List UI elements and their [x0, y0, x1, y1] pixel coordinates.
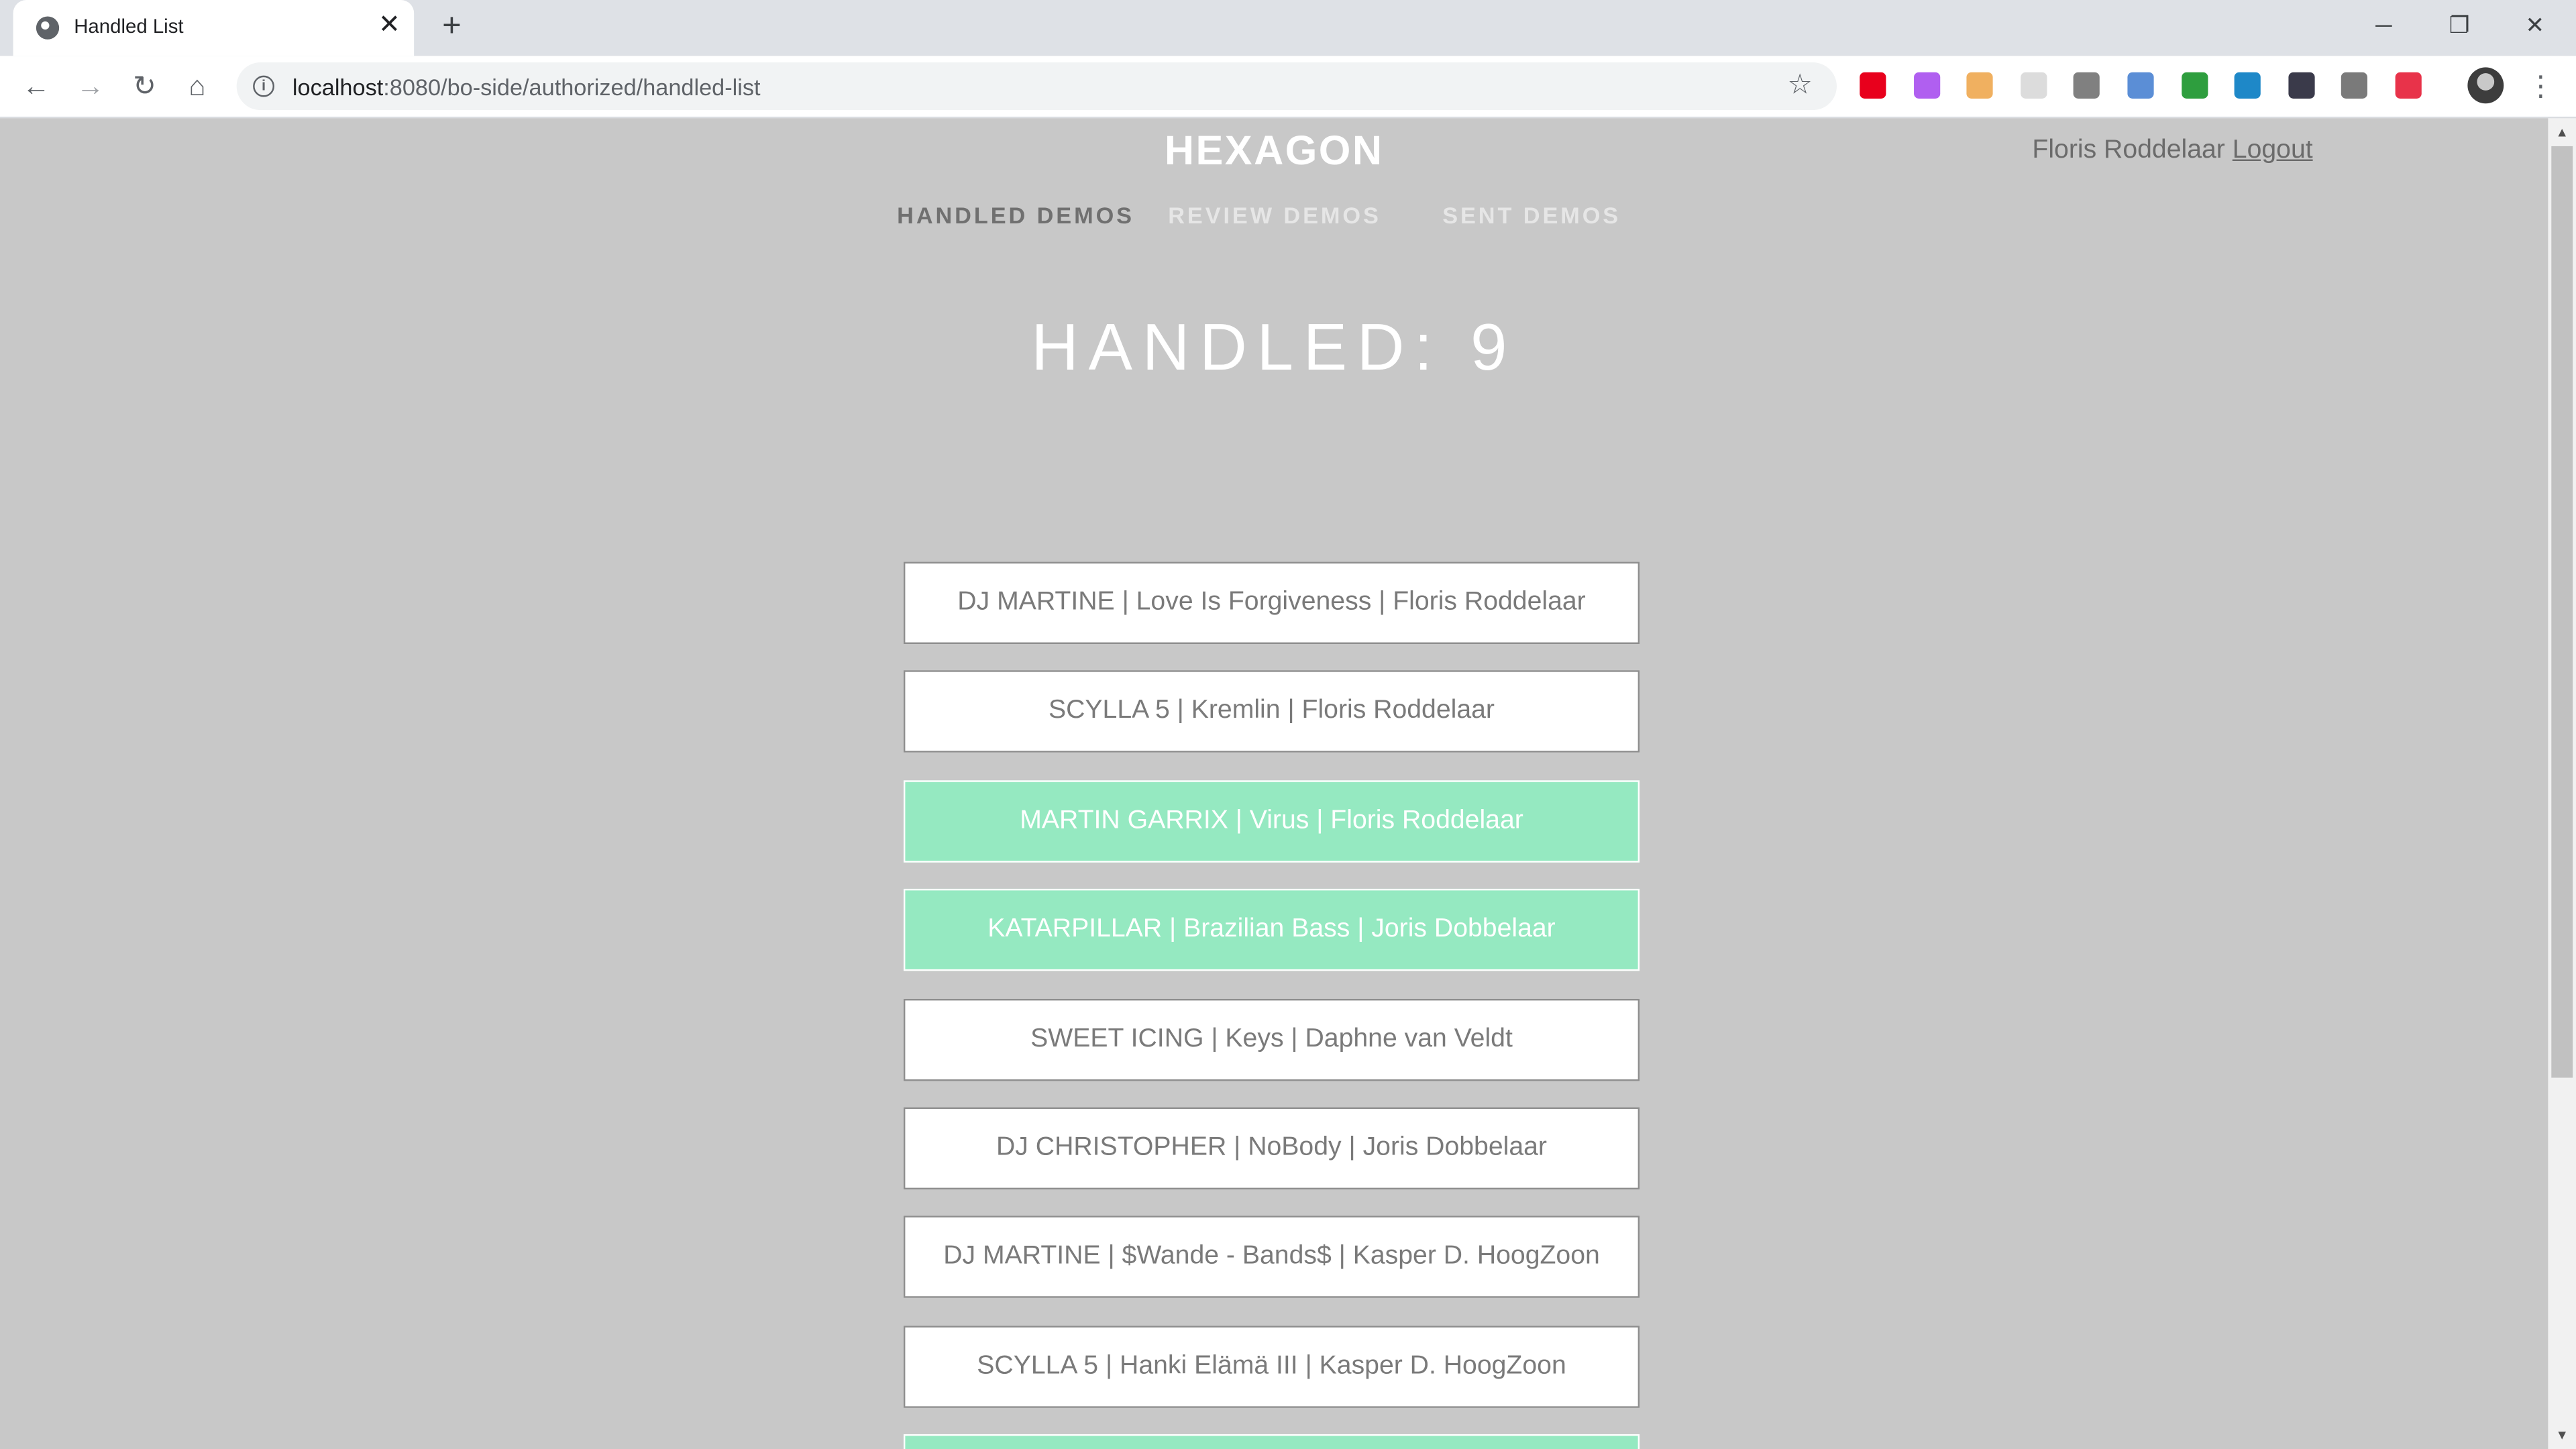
globe-icon [36, 16, 60, 40]
tab-title: Handled List [74, 15, 184, 38]
reload-icon[interactable]: ↻ [125, 67, 164, 107]
logout-link[interactable]: Logout [2233, 136, 2313, 164]
demo-list-item[interactable]: KATARPILLAR | Brazilian Bass | Joris Dob… [903, 888, 1640, 971]
demo-list-item[interactable]: SCYLLA 5 | Hanki Elämä III | Kasper D. H… [903, 1326, 1640, 1408]
demo-list-item[interactable]: DJ CHRISTOPHER | NoBody | Joris Dobbelaa… [903, 1107, 1640, 1190]
s-ext-icon[interactable] [2341, 72, 2367, 99]
blank-ext-icon[interactable] [2021, 72, 2047, 99]
scroll-down-arrow-icon[interactable]: ▼ [2548, 1421, 2576, 1449]
address-bar[interactable]: i localhost:8080/bo-side/authorized/hand… [236, 62, 1837, 111]
info-icon[interactable]: i [253, 75, 274, 97]
demo-list-item[interactable]: DJ MARTINE | Love Is Forgiveness | Flori… [903, 561, 1640, 645]
browser-tab-bar: Handled List ✕ + ─ ❐ ✕ [0, 0, 2576, 56]
demo-list-item[interactable]: DJ MARTINE | $Wande - Bands$ | Kasper D.… [903, 1216, 1640, 1298]
home-icon[interactable]: ⌂ [177, 67, 217, 107]
browser-toolbar: ← → ↻ ⌂ i localhost:8080/bo-side/authori… [0, 56, 2576, 119]
scroll-thumb[interactable] [2551, 146, 2573, 1078]
minimize-window-button[interactable]: ─ [2346, 0, 2422, 49]
demo-list-item[interactable]: MARTIN GARRIX | Virus | Floris Roddelaar [903, 780, 1640, 863]
menu-kebab-icon[interactable]: ⋮ [2527, 67, 2555, 107]
x-ext-icon[interactable] [2288, 72, 2315, 99]
nav-handled-demos[interactable]: HANDLED DEMOS [897, 202, 1134, 228]
compass-ext-icon[interactable] [2127, 72, 2154, 99]
user-box: Floris Roddelaar Logout [2032, 136, 2312, 166]
scroll-up-arrow-icon[interactable]: ▲ [2548, 118, 2576, 146]
nav-sent-demos[interactable]: SENT DEMOS [1442, 202, 1621, 228]
android-ext-icon[interactable] [2182, 72, 2208, 99]
handled-count-heading: HANDLED: 9 [1031, 312, 1517, 385]
page-content: HEXAGON Floris Roddelaar Logout HANDLED … [0, 118, 2548, 1449]
gear-ext-icon[interactable] [2073, 72, 2100, 99]
restore-window-button[interactable]: ❐ [2422, 0, 2498, 49]
page-scrollbar[interactable]: ▲ ▼ [2548, 118, 2576, 1449]
demo-list-item[interactable] [903, 1434, 1640, 1449]
new-tab-button[interactable]: + [434, 8, 470, 44]
url-text[interactable]: localhost:8080/bo-side/authorized/handle… [292, 74, 761, 100]
monitor-ext-icon[interactable] [2234, 72, 2261, 99]
screen: Handled List ✕ + ─ ❐ ✕ ← → ↻ ⌂ i localho… [0, 0, 2576, 1449]
back-arrow-icon[interactable]: ← [16, 67, 56, 107]
demo-list-item[interactable]: SWEET ICING | Keys | Daphne van Veldt [903, 998, 1640, 1081]
nav-review-demos[interactable]: REVIEW DEMOS [1168, 202, 1381, 228]
opera-icon[interactable] [1860, 72, 1886, 99]
play-ext-icon[interactable] [2395, 72, 2422, 99]
demo-list-item[interactable]: SCYLLA 5 | Kremlin | Floris Roddelaar [903, 670, 1640, 753]
close-tab-icon[interactable]: ✕ [374, 11, 404, 41]
paint-icon[interactable] [1914, 72, 1941, 99]
user-name: Floris Roddelaar [2032, 136, 2225, 164]
close-window-button[interactable]: ✕ [2497, 0, 2573, 49]
forward-arrow-icon[interactable]: → [70, 67, 110, 107]
profile-avatar[interactable] [2467, 67, 2504, 104]
calendar-icon[interactable] [1966, 72, 1993, 99]
browser-tab[interactable]: Handled List ✕ [13, 0, 415, 56]
bookmark-star-icon[interactable]: ☆ [1787, 69, 1812, 102]
